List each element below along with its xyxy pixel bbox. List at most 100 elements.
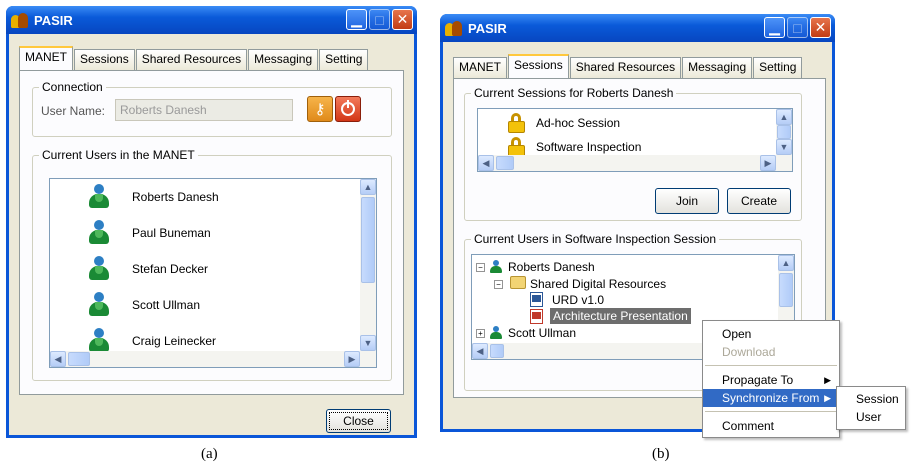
collapse-icon[interactable]: − [494,280,503,289]
window-title: PASIR [468,20,507,36]
user-icon [88,184,110,210]
synchronize-submenu: Session User [836,386,906,430]
manet-tab-panel: Connection User Name: Roberts Danesh ⚷ C… [19,70,404,395]
list-item[interactable]: Stefan Decker [88,255,208,283]
create-button[interactable]: Create [727,188,791,214]
tab-sessions[interactable]: Sessions [508,54,569,78]
minimize-button[interactable]: ▁ [346,9,367,30]
tree-user-name[interactable]: Scott Ullman [508,326,576,340]
menu-item-label: Synchronize From [722,391,820,405]
maximize-icon: □ [793,19,802,36]
user-name: Craig Leinecker [132,334,217,348]
submenu-item-session[interactable]: Session [837,390,905,408]
tab-sessions[interactable]: Sessions [74,49,135,70]
scroll-up-button[interactable]: ▲ [776,109,792,125]
session-name: Ad-hoc Session [536,116,621,130]
session-users-group-title: Current Users in Software Inspection Ses… [471,232,720,246]
user-name: Stefan Decker [132,262,209,276]
connection-group-title: Connection [39,80,106,94]
user-name: Paul Buneman [132,226,211,240]
connect-button[interactable]: ⚷ [307,96,333,122]
horizontal-scrollbar[interactable]: ◀ ▶ [50,351,376,367]
tab-shared-resources[interactable]: Shared Resources [569,57,682,78]
user-name-value: Roberts Danesh [120,103,207,117]
vertical-scrollbar[interactable]: ▲ ▼ [360,179,376,351]
submenu-item-user[interactable]: User [837,408,905,426]
caption-b: (b) [652,446,670,462]
list-item[interactable]: Paul Buneman [88,219,211,247]
power-icon [341,100,355,116]
tree-user-name[interactable]: Roberts Danesh [508,260,595,274]
scroll-left-button[interactable]: ◀ [478,155,494,171]
h-scroll-thumb[interactable] [68,352,90,366]
scroll-thumb[interactable] [361,197,375,283]
maximize-button[interactable]: □ [369,9,390,30]
presentation-icon [530,309,543,324]
close-window-button[interactable]: ✕ [392,9,413,30]
tab-manet[interactable]: MANET [19,46,73,70]
collapse-icon[interactable]: − [476,263,485,272]
menu-item-propagate-to[interactable]: Propagate To ▶ [703,371,839,389]
user-icon [88,220,110,246]
tab-manet[interactable]: MANET [453,57,507,78]
submenu-arrow-icon: ▶ [824,374,831,385]
tree-file-name[interactable]: URD v1.0 [552,293,604,307]
list-item[interactable]: Roberts Danesh [88,183,219,211]
user-name-field[interactable]: Roberts Danesh [115,99,293,121]
user-icon [88,292,110,318]
tree-file-name-selected[interactable]: Architecture Presentation [550,308,691,324]
manet-users-group: Current Users in the MANET Roberts Danes… [32,148,392,381]
expand-icon[interactable]: + [476,329,485,338]
menu-item-synchronize-from[interactable]: Synchronize From ▶ [703,389,839,407]
word-document-icon [530,292,543,307]
scroll-thumb[interactable] [777,125,791,139]
minimize-icon: ▁ [769,19,780,35]
caption-a: (a) [201,446,218,462]
scroll-thumb[interactable] [779,273,793,307]
vertical-scrollbar[interactable]: ▲ ▼ [776,109,792,155]
scroll-right-button[interactable]: ▶ [760,155,776,171]
disconnect-button[interactable] [335,96,361,122]
list-item[interactable]: Scott Ullman [88,291,200,319]
join-button[interactable]: Join [655,188,719,214]
scroll-up-button[interactable]: ▲ [360,179,376,195]
title-bar[interactable]: PASIR ▁ □ ✕ [6,6,417,34]
close-window-button[interactable]: ✕ [810,17,831,38]
menu-item-label: Propagate To [722,373,794,387]
scroll-up-button[interactable]: ▲ [778,255,794,271]
tab-setting[interactable]: Setting [319,49,369,70]
connection-group: Connection User Name: Roberts Danesh ⚷ [32,80,392,137]
scroll-down-button[interactable]: ▼ [360,335,376,351]
tab-messaging[interactable]: Messaging [248,49,319,70]
pasir-app-icon [11,12,29,28]
pasir-app-icon [445,20,463,36]
menu-item-open[interactable]: Open [703,325,839,343]
pasir-window-a: PASIR ▁ □ ✕ MANET Sessions Shared Resour… [6,6,417,438]
horizontal-scrollbar[interactable]: ◀ ▶ [478,155,792,171]
maximize-icon: □ [375,11,384,28]
title-bar[interactable]: PASIR ▁ □ ✕ [440,14,835,42]
sessions-group-title: Current Sessions for Roberts Danesh [471,86,677,100]
scroll-left-button[interactable]: ◀ [50,351,66,367]
scroll-left-button[interactable]: ◀ [472,343,488,359]
window-title: PASIR [34,12,73,28]
minimize-button[interactable]: ▁ [764,17,785,38]
context-menu: Open Download Propagate To ▶ Synchronize… [702,320,840,438]
scroll-down-button[interactable]: ▼ [776,139,792,155]
folder-icon [510,276,526,289]
user-name: Scott Ullman [132,298,201,312]
scroll-right-button[interactable]: ▶ [344,351,360,367]
tab-strip: MANET Sessions Shared Resources Messagin… [19,46,369,70]
tab-shared-resources[interactable]: Shared Resources [135,49,248,70]
maximize-button[interactable]: □ [787,17,808,38]
lock-icon [508,137,526,157]
menu-item-comment[interactable]: Comment [703,417,839,435]
key-icon: ⚷ [314,101,326,118]
tab-strip: MANET Sessions Shared Resources Messagin… [453,54,803,78]
tab-messaging[interactable]: Messaging [682,57,753,78]
h-scroll-thumb[interactable] [490,344,504,358]
tree-folder-name[interactable]: Shared Digital Resources [530,277,666,291]
tab-setting[interactable]: Setting [753,57,803,78]
h-scroll-thumb[interactable] [496,156,514,170]
close-button[interactable]: Close [326,409,391,433]
